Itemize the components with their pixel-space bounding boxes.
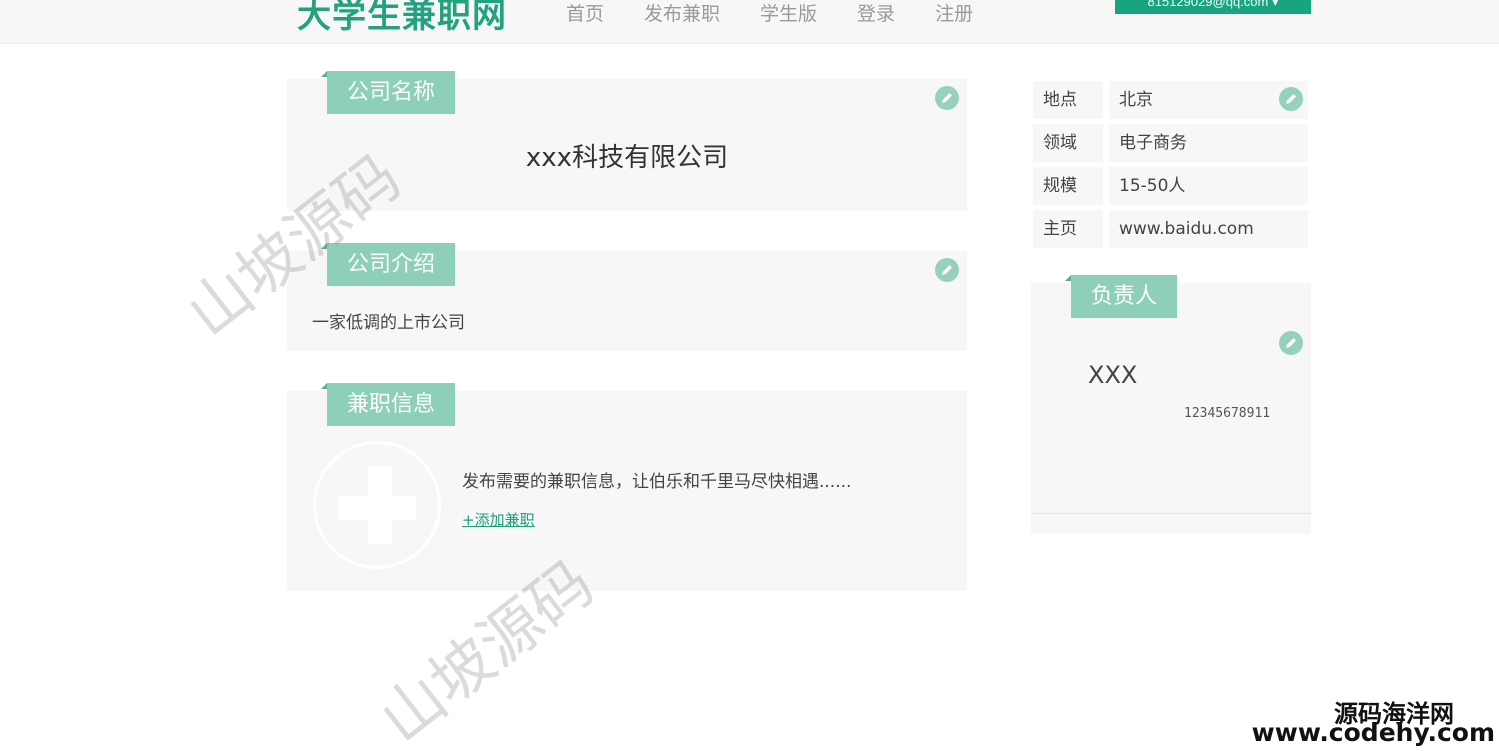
contact-person-phone: 12345678911: [1184, 406, 1271, 421]
contact-person-tag: 负责人: [1064, 275, 1178, 318]
contact-person-name: XXX: [1088, 361, 1138, 389]
parttime-info-tag: 兼职信息: [320, 383, 456, 426]
company-intro-text: 一家低调的上市公司: [312, 313, 465, 333]
add-plus-icon[interactable]: [313, 441, 441, 569]
info-key: 地点: [1033, 81, 1103, 119]
nav-register[interactable]: 注册: [935, 0, 973, 28]
nav-student-version[interactable]: 学生版: [760, 0, 817, 28]
add-parttime-link[interactable]: +添加兼职: [462, 509, 535, 530]
company-name-panel: 公司名称 xxx科技有限公司: [287, 71, 967, 211]
company-name-tag: 公司名称: [320, 71, 456, 114]
parttime-info-panel: 兼职信息 发布需要的兼职信息，让伯乐和千里马尽快相遇...... +添加兼职: [287, 383, 967, 591]
info-value[interactable]: www.baidu.com: [1109, 210, 1308, 248]
edit-pencil-icon[interactable]: [1279, 87, 1303, 111]
info-value: 电子商务: [1109, 124, 1308, 162]
corner-watermark-url: www.codehy.com: [1251, 718, 1495, 747]
top-navbar: 大学生兼职网 首页 发布兼职 学生版 登录 注册 815129029@qq.co…: [0, 0, 1499, 44]
edit-pencil-icon[interactable]: [935, 258, 959, 282]
company-intro-tag: 公司介绍: [320, 243, 456, 286]
main-nav: 首页 发布兼职 学生版 登录 注册: [566, 0, 973, 28]
user-account-dropdown[interactable]: 815129029@qq.com ▾: [1115, 0, 1311, 14]
company-name-text: xxx科技有限公司: [525, 143, 729, 173]
nav-post-job[interactable]: 发布兼职: [644, 0, 720, 28]
info-value: 15-50人: [1109, 167, 1308, 205]
site-logo[interactable]: 大学生兼职网: [297, 0, 507, 38]
parttime-description: 发布需要的兼职信息，让伯乐和千里马尽快相遇......: [462, 472, 852, 492]
company-intro-panel: 公司介绍 一家低调的上市公司: [287, 243, 967, 351]
info-key: 主页: [1033, 210, 1103, 248]
info-key: 领域: [1033, 124, 1103, 162]
nav-home[interactable]: 首页: [566, 0, 604, 28]
info-key: 规模: [1033, 167, 1103, 205]
divider: [1031, 513, 1311, 514]
edit-pencil-icon[interactable]: [935, 86, 959, 110]
nav-login[interactable]: 登录: [857, 0, 895, 28]
edit-pencil-icon[interactable]: [1279, 331, 1303, 355]
contact-person-panel: 负责人 XXX 12345678911: [1031, 275, 1311, 534]
